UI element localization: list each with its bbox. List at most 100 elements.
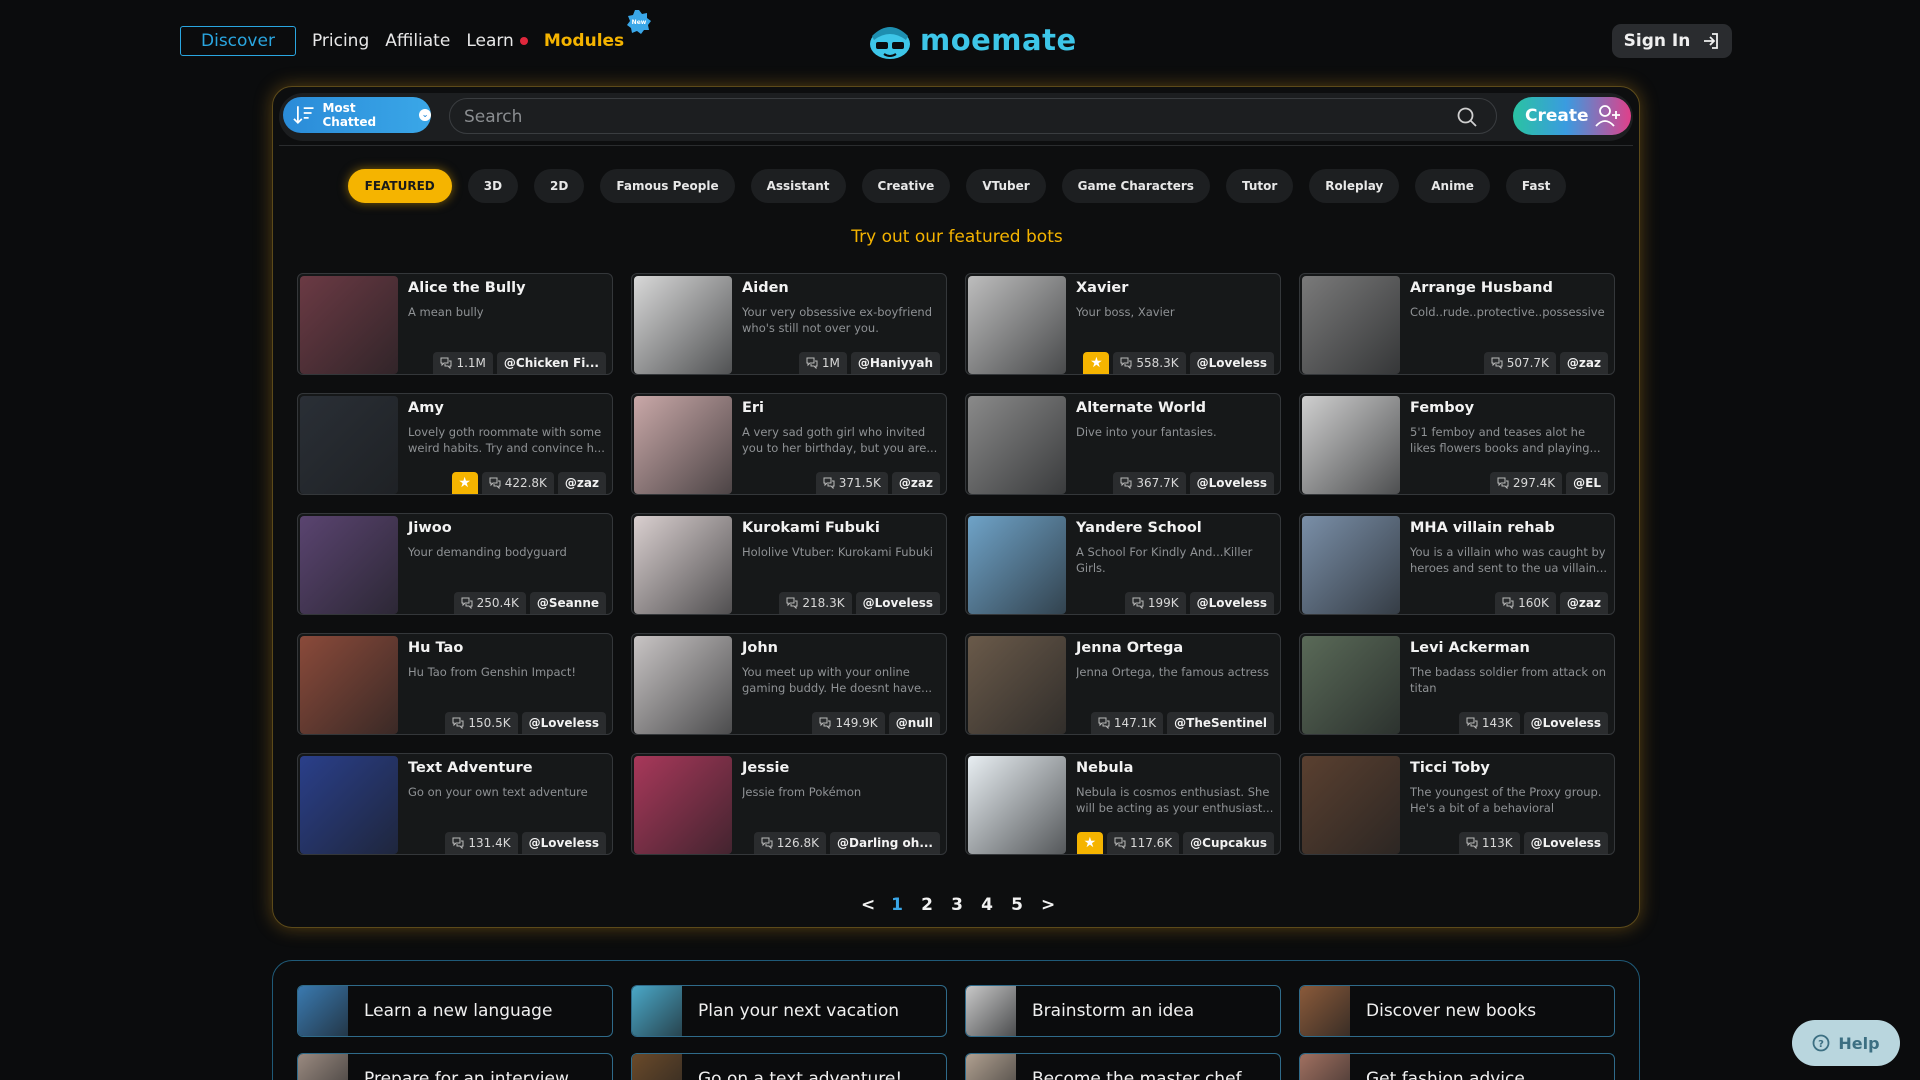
bot-author[interactable]: @zaz	[1559, 352, 1608, 374]
bot-card[interactable]: Yandere School A School For Kindly And...…	[965, 513, 1281, 615]
bot-card[interactable]: Nebula Nebula is cosmos enthusiast. She w…	[965, 753, 1281, 855]
help-icon: ?	[1813, 1034, 1830, 1052]
bot-author[interactable]: @zaz	[1559, 592, 1608, 614]
bot-name: Jiwoo	[408, 520, 452, 536]
tab-anime[interactable]: Anime	[1415, 169, 1490, 203]
bot-avatar	[300, 756, 398, 854]
page-2-button[interactable]: 2	[921, 895, 933, 915]
bot-author[interactable]: @Darling oh...	[830, 832, 940, 854]
tab-creative[interactable]: Creative	[861, 169, 951, 203]
nav-discover-button[interactable]: Discover	[180, 26, 296, 56]
page-5-button[interactable]: 5	[1011, 895, 1023, 915]
suggestion-item[interactable]: Become the master chef	[965, 1053, 1281, 1080]
chat-icon	[1466, 837, 1478, 849]
bot-name: Kurokami Fubuki	[742, 520, 880, 536]
bot-card[interactable]: Jessie Jessie from Pokémon 126.8K @Darling …	[631, 753, 947, 855]
bot-author[interactable]: @zaz	[891, 472, 940, 494]
bot-card[interactable]: Alternate World Dive into your fantasies.…	[965, 393, 1281, 495]
bot-card[interactable]: Jenna Ortega Jenna Ortega, the famous act…	[965, 633, 1281, 735]
tab-vtuber[interactable]: VTuber	[966, 169, 1046, 203]
brand-logo[interactable]: moemate	[866, 18, 1077, 62]
tab-famous-people[interactable]: Famous People	[600, 169, 735, 203]
bot-author[interactable]: @TheSentinel	[1167, 712, 1274, 734]
bot-description: Your demanding bodyguard	[408, 545, 567, 559]
page-3-button[interactable]: 3	[951, 895, 963, 915]
bot-card[interactable]: Alice the Bully A mean bully 1.1M @Chicken …	[297, 273, 613, 375]
chat-count-value: 199K	[1147, 596, 1179, 610]
chat-icon	[1132, 597, 1144, 609]
chat-count: 371.5K	[815, 472, 888, 494]
bot-author[interactable]: @Loveless	[1189, 472, 1274, 494]
suggestion-item[interactable]: Get fashion advice	[1299, 1053, 1615, 1080]
tab-2d[interactable]: 2D	[534, 169, 585, 203]
bot-author[interactable]: @Chicken Fi...	[496, 352, 606, 374]
suggestion-item[interactable]: Learn a new language	[297, 985, 613, 1037]
bot-card[interactable]: Jiwoo Your demanding bodyguard 250.4K @Sean…	[297, 513, 613, 615]
bot-avatar	[1302, 396, 1400, 494]
tab-featured[interactable]: FEATURED	[347, 169, 452, 203]
bot-description: Jessie from Pokémon	[742, 785, 862, 799]
nav-affiliate-link[interactable]: Affiliate	[385, 31, 450, 51]
bot-card[interactable]: Levi Ackerman The badass soldier from att…	[1299, 633, 1615, 735]
help-button[interactable]: ? Help	[1792, 1020, 1900, 1066]
tab-fast[interactable]: Fast	[1505, 169, 1567, 203]
create-label: Create	[1525, 106, 1589, 126]
bot-card[interactable]: Xavier Your boss, Xavier ★ 558.3K @Loveless	[965, 273, 1281, 375]
search-icon[interactable]	[1456, 106, 1478, 128]
tab-assistant[interactable]: Assistant	[750, 169, 846, 203]
nav-learn-link[interactable]: Learn	[466, 31, 528, 51]
prev-page-button[interactable]: <	[861, 895, 875, 915]
search-input[interactable]: Search	[464, 107, 522, 127]
bot-card[interactable]: Kurokami Fubuki Hololive Vtuber: Kurokami…	[631, 513, 947, 615]
bot-avatar	[1302, 636, 1400, 734]
bot-avatar	[968, 636, 1066, 734]
bot-card-grid: Alice the Bully A mean bully 1.1M @Chicken …	[297, 273, 1617, 855]
bot-card[interactable]: Ticci Toby The youngest of the Proxy grou…	[1299, 753, 1615, 855]
bot-card[interactable]: MHA villain rehab You is a villain who wa…	[1299, 513, 1615, 615]
bot-card[interactable]: Femboy 5'1 femboy and teases alot he like…	[1299, 393, 1615, 495]
tab-3d[interactable]: 3D	[467, 169, 519, 203]
suggestion-item[interactable]: Go on a text adventure!	[631, 1053, 947, 1080]
tab-tutor[interactable]: Tutor	[1225, 169, 1294, 203]
suggestion-item[interactable]: Prepare for an interview	[297, 1053, 613, 1080]
bot-card[interactable]: Eri A very sad goth girl who invited you …	[631, 393, 947, 495]
suggestion-thumbnail	[632, 1054, 682, 1080]
bot-author[interactable]: @EL	[1566, 472, 1608, 494]
page-4-button[interactable]: 4	[981, 895, 993, 915]
bot-author[interactable]: @Loveless	[521, 712, 606, 734]
sort-most-chatted-button[interactable]: Most Chatted ⌄	[283, 97, 431, 133]
bot-author[interactable]: @Seanne	[529, 592, 606, 614]
bot-author[interactable]: @Loveless	[1189, 352, 1274, 374]
bot-card[interactable]: Text Adventure Go on your own text advent…	[297, 753, 613, 855]
bot-author[interactable]: @Loveless	[521, 832, 606, 854]
nav-pricing-link[interactable]: Pricing	[312, 31, 369, 51]
bot-card[interactable]: Aiden Your very obsessive ex-boyfriend wh…	[631, 273, 947, 375]
bot-author[interactable]: @null	[888, 712, 940, 734]
sign-in-button[interactable]: Sign In	[1612, 24, 1732, 58]
tab-game-characters[interactable]: Game Characters	[1061, 169, 1210, 203]
bot-card[interactable]: Amy Lovely goth roommate with some weird …	[297, 393, 613, 495]
suggestion-item[interactable]: Discover new books	[1299, 985, 1615, 1037]
bot-avatar	[968, 756, 1066, 854]
bot-author[interactable]: @Haniyyah	[850, 352, 940, 374]
bot-author[interactable]: @Loveless	[855, 592, 940, 614]
bot-author[interactable]: @zaz	[557, 472, 606, 494]
bot-author[interactable]: @Loveless	[1523, 712, 1608, 734]
create-button[interactable]: Create	[1513, 97, 1631, 135]
bot-author[interactable]: @Loveless	[1523, 832, 1608, 854]
chat-count-value: 507.7K	[1506, 356, 1549, 370]
bot-description: A School For Kindly And...Killer Girls.	[1076, 545, 1253, 575]
suggestion-item[interactable]: Plan your next vacation	[631, 985, 947, 1037]
search-bar[interactable]: Search	[449, 98, 1497, 134]
bot-card[interactable]: Arrange Husband Cold..rude..protective..p…	[1299, 273, 1615, 375]
page-1-button[interactable]: 1	[891, 895, 903, 915]
suggestion-thumbnail	[1300, 1054, 1350, 1080]
bot-card[interactable]: Hu Tao Hu Tao from Genshin Impact! 150.5K @…	[297, 633, 613, 735]
next-page-button[interactable]: >	[1041, 895, 1055, 915]
bot-author[interactable]: @Cupcakus	[1183, 832, 1274, 854]
bot-author[interactable]: @Loveless	[1189, 592, 1274, 614]
tab-roleplay[interactable]: Roleplay	[1309, 169, 1400, 203]
bot-card[interactable]: John You meet up with your online gaming …	[631, 633, 947, 735]
suggestion-item[interactable]: Brainstorm an idea	[965, 985, 1281, 1037]
nav-modules-link[interactable]: Modules New	[544, 10, 652, 51]
